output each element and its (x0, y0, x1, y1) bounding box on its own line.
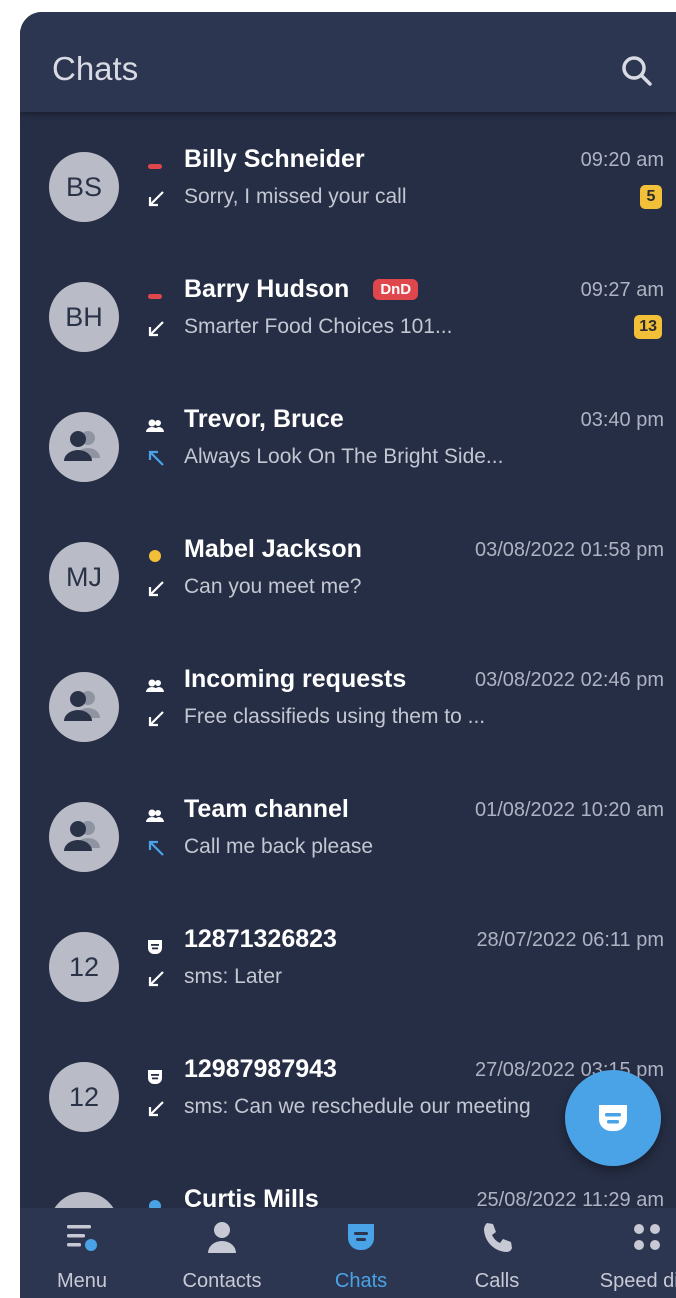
avatar: 12 (49, 1062, 119, 1132)
page-title: Chats (52, 50, 139, 87)
tab-menu[interactable]: Menu (20, 1208, 144, 1298)
group-avatar (49, 412, 119, 482)
chat-row[interactable]: CM Curtis Mills 25/08/2022 11:29 am (20, 1152, 676, 1208)
phone-icon (484, 1223, 512, 1252)
group-avatar (49, 802, 119, 872)
chat-preview: Can you meet me? (184, 575, 362, 598)
group-avatar-icon (64, 431, 100, 461)
chat-row[interactable]: 12 12871326823 28/07/2022 06:11 pm sms: … (20, 892, 676, 1022)
tab-label: Speed dial (599, 1270, 676, 1292)
tab-label: Menu (56, 1270, 108, 1292)
chat-name: 12987987943 (184, 1055, 337, 1083)
incoming-arrow-icon (148, 321, 164, 337)
busy-status-icon (148, 164, 162, 169)
tab-contacts[interactable]: Contacts (144, 1208, 300, 1298)
incoming-arrow-icon (148, 581, 164, 597)
chat-name-wrap: Barry Hudson DnD (184, 275, 419, 304)
chat-time: 09:27 am (580, 279, 664, 301)
chat-list[interactable]: BS Billy Schneider 09:20 am Sorry, I mis… (20, 112, 676, 1208)
chat-preview: Always Look On The Bright Side... (184, 445, 504, 468)
chat-preview: sms: Later (184, 965, 283, 988)
tab-calls[interactable]: Calls (422, 1208, 572, 1298)
search-icon[interactable] (620, 54, 654, 88)
busy-status-icon (148, 294, 162, 299)
chat-time: 03:40 pm (580, 409, 664, 431)
group-icon (146, 809, 164, 822)
sms-icon (148, 940, 162, 954)
chat-name: Billy Schneider (184, 145, 365, 173)
unread-badge: 13 (634, 315, 662, 339)
unread-badge: 5 (640, 185, 662, 209)
chat-preview: Call me back please (184, 835, 374, 858)
chat-name: Incoming requests (184, 665, 407, 693)
avatar: BS (49, 152, 119, 222)
outgoing-arrow-icon (148, 450, 164, 466)
incoming-arrow-icon (148, 191, 164, 207)
chat-row[interactable]: BH Barry Hudson DnD 09:27 am Smarter Food… (20, 242, 676, 372)
outgoing-arrow-icon (148, 840, 164, 856)
contacts-icon (208, 1222, 236, 1253)
sms-icon (148, 1070, 162, 1084)
tab-label: Calls (474, 1270, 520, 1292)
incoming-arrow-icon (148, 711, 164, 727)
chat-preview: Free classifieds using them to ... (184, 705, 486, 728)
tab-label: Chats (334, 1270, 388, 1292)
tab-chats[interactable]: Chats (300, 1208, 422, 1298)
group-avatar (49, 672, 119, 742)
chats-icon (348, 1224, 374, 1250)
speed-dial-icon (634, 1224, 660, 1250)
chat-name: Curtis Mills (184, 1185, 319, 1208)
chat-name: 12871326823 (184, 925, 337, 953)
chat-time: 01/08/2022 10:20 am (474, 799, 664, 821)
away-status-icon (149, 550, 161, 562)
avatar: BH (49, 282, 119, 352)
group-icon (146, 419, 164, 432)
incoming-arrow-icon (148, 971, 164, 987)
new-chat-icon (599, 1105, 627, 1131)
chat-name: Trevor, Bruce (184, 405, 344, 433)
app-header: Chats (20, 12, 676, 112)
chat-row[interactable]: MJ Mabel Jackson 03/08/2022 01:58 pm Can… (20, 502, 676, 632)
tab-label: Contacts (182, 1270, 262, 1292)
tab-speed-dial[interactable]: Speed dial (572, 1208, 676, 1298)
group-avatar-icon (64, 821, 100, 851)
chat-preview: Sorry, I missed your call (184, 185, 407, 208)
chat-time: 25/08/2022 11:29 am (476, 1189, 664, 1208)
chat-name: Barry Hudson (184, 275, 350, 303)
bottom-tab-bar: Menu Contacts Chats Calls Speed d (20, 1208, 676, 1298)
chat-time: 03/08/2022 02:46 pm (474, 669, 664, 691)
group-icon (146, 679, 164, 692)
online-status-icon (149, 1200, 161, 1208)
chat-row[interactable]: Team channel 01/08/2022 10:20 am Call me… (20, 762, 676, 892)
menu-icon (67, 1225, 97, 1251)
chat-row[interactable]: Incoming requests 03/08/2022 02:46 pm Fr… (20, 632, 676, 762)
avatar: MJ (49, 542, 119, 612)
avatar: 12 (49, 932, 119, 1002)
chat-time: 03/08/2022 01:58 pm (474, 539, 664, 561)
chat-preview: Smarter Food Choices 101... (184, 315, 453, 338)
chat-row[interactable]: Trevor, Bruce 03:40 pm Always Look On Th… (20, 372, 676, 502)
chat-row[interactable]: BS Billy Schneider 09:20 am Sorry, I mis… (20, 112, 676, 242)
group-avatar-icon (64, 691, 100, 721)
chat-time: 28/07/2022 06:11 pm (476, 929, 664, 951)
chat-app: Chats BS Billy Schneider 09:20 am Sorry,… (20, 12, 676, 1298)
new-chat-button[interactable] (565, 1070, 661, 1166)
chat-time: 09:20 am (580, 149, 664, 171)
chat-name: Team channel (184, 795, 349, 823)
dnd-badge: DnD (373, 279, 419, 300)
incoming-arrow-icon (148, 1101, 164, 1117)
avatar: CM (49, 1192, 119, 1208)
chat-name: Mabel Jackson (184, 535, 362, 563)
